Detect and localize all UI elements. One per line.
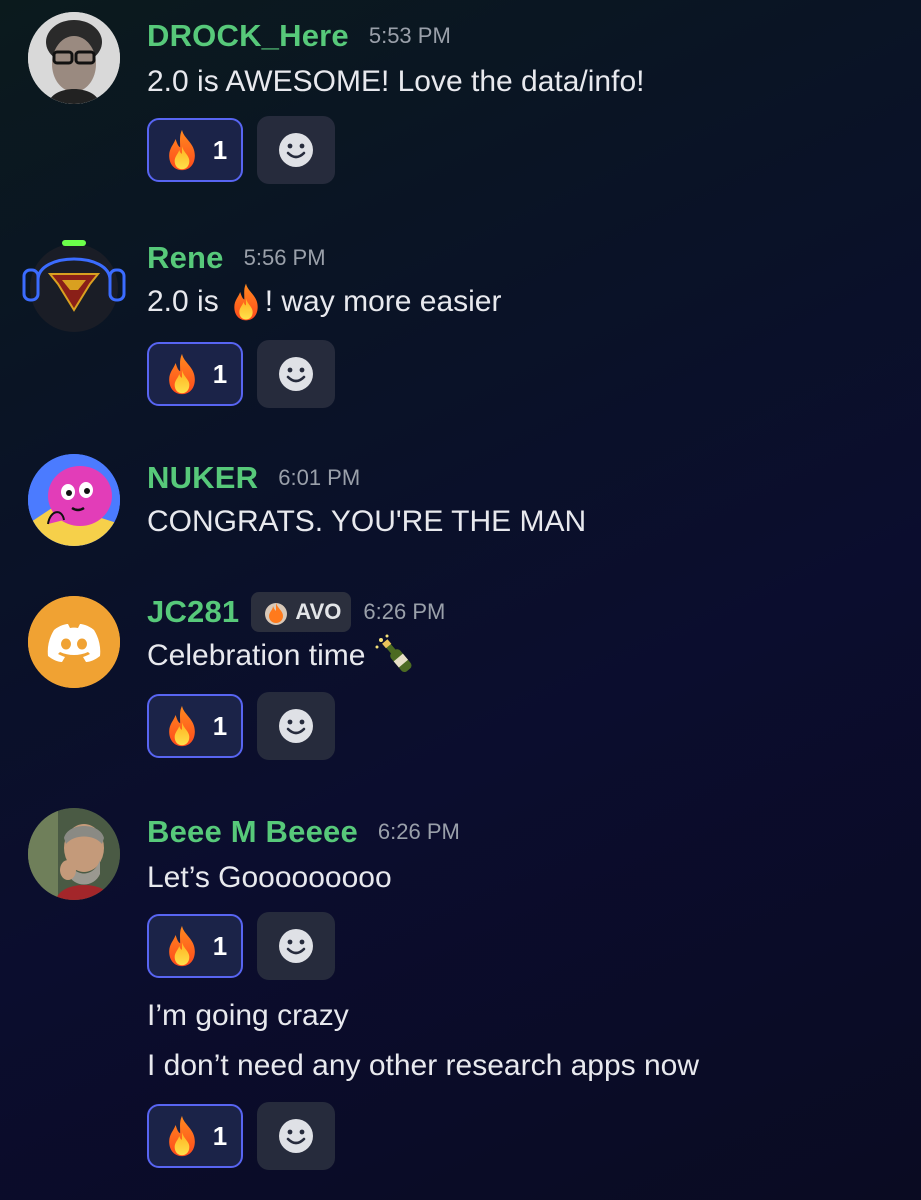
smile-icon: [276, 1116, 316, 1156]
fire-icon: [163, 924, 201, 968]
reaction-count: 1: [212, 1120, 228, 1151]
fire-reaction-button[interactable]: 1: [147, 1104, 243, 1168]
message-feed: DROCK_Here 5:53 PM 2.0 is AWESOME! Love …: [0, 0, 921, 1200]
message-text-part: 2.0 is: [147, 285, 219, 318]
server-tag[interactable]: AVO: [251, 592, 352, 632]
fire-reaction-button[interactable]: 1: [147, 118, 243, 182]
add-reaction-button[interactable]: [257, 340, 335, 408]
fire-icon: [163, 704, 201, 748]
reaction-count: 1: [212, 710, 228, 741]
username[interactable]: Beee M Beeee: [147, 814, 358, 850]
tag-flame-icon: [265, 603, 288, 625]
username[interactable]: NUKER: [147, 460, 258, 496]
tag-label: AVO: [295, 599, 342, 624]
message-text: CONGRATS. YOU'RE THE MAN: [147, 505, 587, 538]
reaction-count: 1: [212, 134, 228, 165]
avatar-jc281[interactable]: [28, 596, 120, 688]
message-header-drock: DROCK_Here 5:53 PM: [147, 14, 451, 58]
fire-reaction-button[interactable]: 1: [147, 914, 243, 978]
champagne-icon: [375, 634, 412, 673]
message-text-followup: I don’t need any other research apps now: [147, 1049, 700, 1082]
timestamp: 6:26 PM: [363, 599, 446, 624]
smile-icon: [276, 926, 316, 966]
reaction-count: 1: [212, 358, 228, 389]
add-reaction-button[interactable]: [257, 116, 335, 184]
username[interactable]: JC281: [147, 594, 239, 630]
avatar-rene[interactable]: [22, 240, 126, 332]
smile-icon: [276, 130, 316, 170]
fire-icon: [163, 1114, 201, 1158]
timestamp: 6:26 PM: [377, 819, 460, 844]
fire-icon: [163, 128, 201, 172]
timestamp: 5:56 PM: [243, 245, 326, 270]
fire-icon: [229, 282, 263, 322]
timestamp: 5:53 PM: [368, 23, 451, 48]
message-header-beee: Beee M Beeee 6:26 PM: [147, 810, 460, 854]
message-text: Let’s Gooooooooo: [147, 861, 392, 894]
message-text: Celebration time: [147, 634, 421, 678]
add-reaction-button[interactable]: [257, 912, 335, 980]
timestamp: 6:01 PM: [278, 465, 361, 490]
reaction-count: 1: [212, 930, 228, 961]
message-header-rene: Rene 5:56 PM: [147, 236, 326, 280]
fire-reaction-button[interactable]: 1: [147, 342, 243, 406]
avatar-nuker[interactable]: [28, 454, 120, 546]
discord-icon: [28, 596, 120, 688]
message-header-nuker: NUKER 6:01 PM: [147, 456, 360, 500]
smile-icon: [276, 354, 316, 394]
message-text-part: ! way more easier: [264, 285, 502, 318]
message-text: 2.0 is AWESOME! Love the data/info!: [147, 65, 645, 98]
username[interactable]: DROCK_Here: [147, 18, 349, 54]
fire-icon: [163, 352, 201, 396]
message-header-jc281: JC281 AVO 6:26 PM: [147, 590, 445, 634]
message-text-followup: I’m going crazy: [147, 999, 349, 1032]
username[interactable]: Rene: [147, 240, 224, 276]
fire-reaction-button[interactable]: 1: [147, 694, 243, 758]
avatar-drock[interactable]: [28, 12, 120, 104]
message-text-part: Celebration time: [147, 639, 366, 672]
message-text: 2.0 is ! way more easier: [147, 280, 501, 324]
smile-icon: [276, 706, 316, 746]
add-reaction-button[interactable]: [257, 692, 335, 760]
avatar-beee[interactable]: [28, 808, 120, 900]
add-reaction-button[interactable]: [257, 1102, 335, 1170]
